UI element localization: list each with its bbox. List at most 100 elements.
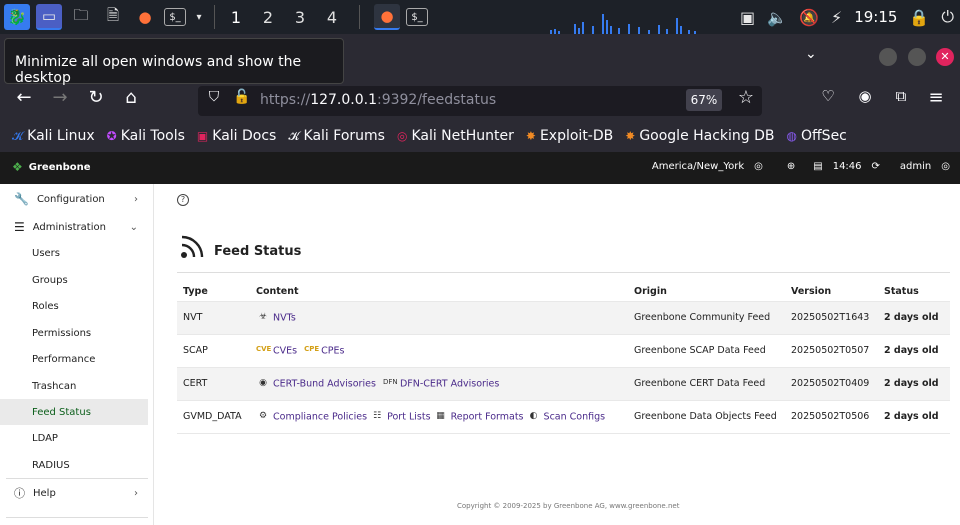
feed-status: 2 days old [878,333,950,367]
workspace-4[interactable]: 4 [319,8,345,27]
feed-origin: Greenbone Data Objects Feed [628,399,785,434]
calendar-icon: ▤ [813,161,823,172]
url-text[interactable]: https://127.0.0.1:9392/feedstatus [260,92,496,108]
sidebar-item-performance[interactable]: Performance [0,346,148,372]
pocket-icon[interactable]: ♡ [816,87,840,105]
cve-icon: CVE [256,344,272,353]
sidebar-item-ldap[interactable]: LDAP [0,425,148,451]
sidebar-divider [6,517,148,518]
bookmark-kali-nethunter[interactable]: ◎ Kali NetHunter [397,128,514,144]
bookmark-kali-tools[interactable]: ✪ Kali Tools [107,128,185,144]
list-tabs-icon[interactable]: ⌄ [805,46,817,62]
home-icon[interactable]: ⌂ [119,87,143,108]
exploit-db-icon: ✸ [525,129,536,143]
workspace-3[interactable]: 3 [287,8,313,27]
bookmark-kali-docs[interactable]: ▣ Kali Docs [197,128,276,144]
terminal-icon[interactable]: $_ [164,8,186,26]
sidebar-item-help[interactable]: ⓘ Help › [0,480,148,506]
bookmark-star-icon[interactable]: ☆ [734,87,758,108]
clock[interactable]: 19:15 [854,8,897,26]
sidebar-item-radius[interactable]: RADIUS [0,452,148,478]
bookmark-google-hacking-db[interactable]: ✸ Google Hacking DB [625,128,774,144]
nvt-biohazard-icon: ☣ [258,311,268,322]
kali-menu-icon[interactable]: 🐉 [4,4,30,30]
feed-type: CERT [177,366,250,400]
back-icon[interactable]: ← [12,87,36,108]
nvts-link[interactable]: NVTs [273,312,296,323]
url-path: :9392/feedstatus [376,92,497,108]
compliance-policies-link[interactable]: Compliance Policies [273,411,367,422]
app-menu-icon[interactable]: ≡ [924,87,948,108]
table-header-row: Type Content Origin Version Status [177,283,950,301]
forward-icon[interactable]: → [48,87,72,108]
footer-copyright: Copyright © 2009-2025 by Greenbone AG, w… [457,502,680,510]
bookmarks-toolbar: 𝓚 Kali Linux ✪ Kali Tools ▣ Kali Docs 𝓚 Kali… [0,120,960,152]
reload-icon[interactable]: ↻ [84,87,108,108]
notifications-off-icon[interactable]: 🔕 [799,8,819,27]
firefox-window-icon[interactable]: ● [374,4,400,30]
cves-link[interactable]: CVEs [273,345,297,356]
sidebar-divider [6,478,148,479]
sidebar-item-label: LDAP [32,432,58,444]
sidebar-item-label: Performance [32,353,96,365]
account-icon[interactable]: ◉ [853,87,877,105]
sidebar-item-feed-status[interactable]: Feed Status [0,399,148,425]
user-icon[interactable]: ◎ [941,161,950,172]
kali-docs-icon: ▣ [196,129,209,143]
ghdb-icon: ✸ [625,129,636,143]
sidebar-item-groups[interactable]: Groups [0,267,148,293]
minimize-window-icon[interactable] [879,48,897,66]
greenbone-logo[interactable]: ❖ Greenbone [12,160,91,174]
table-row: GVMD_DATA ⚙ Compliance Policies ☷ Port Lis… [177,399,950,434]
report-formats-link[interactable]: Report Formats [451,411,524,422]
close-window-icon[interactable]: ✕ [936,48,954,66]
help-icon[interactable]: ? [177,194,189,206]
refresh-icon[interactable]: ⟳ [872,161,880,172]
power-icon[interactable]: ⏻ [941,7,954,27]
cpes-link[interactable]: CPEs [321,345,344,356]
sidebar-item-configuration[interactable]: 🔧 Configuration › [0,186,148,212]
report-format-icon: ▦ [436,410,445,421]
bookmark-kali-forums[interactable]: 𝓚 Kali Forums [288,128,385,144]
language-flag-icon[interactable]: ⊕ [787,161,795,172]
chevron-down-icon[interactable]: ▾ [192,4,206,30]
feed-status: 2 days old [878,300,950,334]
file-manager-icon[interactable]: 🗀 [68,4,94,30]
volume-icon[interactable]: 🔈 [767,8,787,27]
zoom-level-button[interactable]: 67% [686,89,722,111]
cert-bund-advisories-link[interactable]: CERT-Bund Advisories [273,378,376,389]
username[interactable]: admin [900,161,931,172]
port-lists-link[interactable]: Port Lists [387,411,430,422]
sidebar-item-trashcan[interactable]: Trashcan [0,373,148,399]
lock-icon[interactable]: 🔒 [909,8,929,27]
sidebar-item-administration[interactable]: ☰ Administration ⌄ [0,214,148,240]
shield-icon[interactable]: ⛉ [202,89,226,105]
dfn-cert-advisories-link[interactable]: DFN-CERT Advisories [400,378,499,389]
bookmark-kali-linux[interactable]: 𝓚 Kali Linux [12,128,95,144]
insecure-lock-icon[interactable]: 🔓 [230,89,254,105]
sidebar-item-label: Trashcan [32,380,77,392]
bookmark-exploit-db[interactable]: ✸ Exploit-DB [526,128,613,144]
maximize-window-icon[interactable] [908,48,926,66]
battery-charging-icon[interactable]: ⚡ [831,8,842,27]
workspace-1[interactable]: 1 [223,8,249,27]
dfn-cert-icon: DFN [382,377,398,386]
kali-dragon-icon: 𝓚 [12,128,24,143]
port-list-icon: ☷ [373,410,382,421]
timezone: America/New_York [651,161,745,172]
extensions-icon[interactable]: ⧉ [889,87,913,105]
feed-type: GVMD_DATA [177,399,250,434]
firefox-icon[interactable]: ● [132,4,158,30]
sidebar-item-permissions[interactable]: Permissions [0,320,148,346]
bookmark-offsec[interactable]: ◍ OffSec [787,128,847,144]
show-desktop-icon[interactable]: ▭ [36,4,62,30]
sidebar-item-roles[interactable]: Roles [0,293,148,319]
text-editor-icon[interactable]: 🗎 [100,4,126,30]
scan-config-icon: ◐ [529,410,538,421]
terminal-window-icon[interactable]: $_ [406,8,428,26]
scan-configs-link[interactable]: Scan Configs [544,411,606,422]
screen-icon[interactable]: ▣ [740,8,755,27]
workspace-2[interactable]: 2 [255,8,281,27]
sidebar-item-users[interactable]: Users [0,240,148,266]
bookmark-label: Kali Linux [27,128,95,144]
